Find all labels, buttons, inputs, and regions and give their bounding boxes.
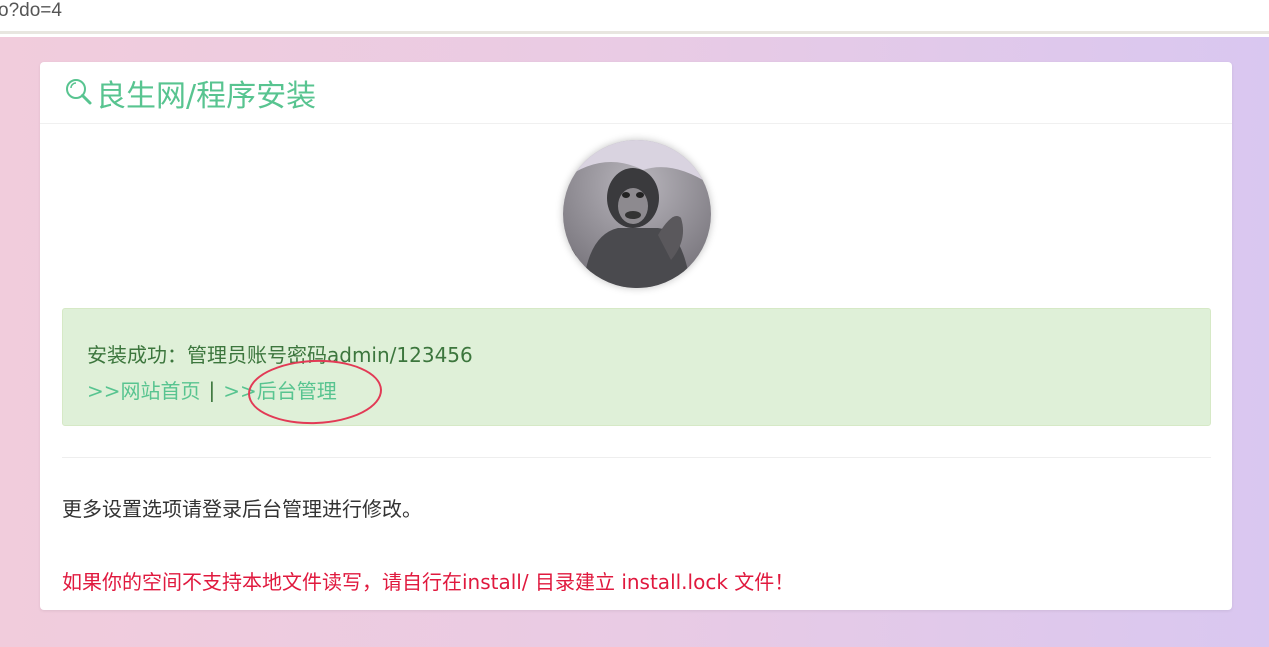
url-text[interactable]: o?do=4	[0, 0, 62, 22]
success-alert: 安装成功：管理员账号密码admin/123456 >>网站首页 | >>后台管理	[62, 308, 1211, 427]
browser-address-bar[interactable]: o?do=4	[0, 0, 1269, 34]
panel-heading: 良生网/程序安装	[40, 62, 1232, 124]
link-separator: |	[208, 377, 216, 402]
avatar-image	[563, 140, 711, 288]
home-link[interactable]: >>网站首页	[87, 375, 201, 404]
page-background: 良生网/程序安装 安装成功：管理员账号密码admin/123456 >>网站首页…	[0, 37, 1269, 647]
info-text: 更多设置选项请登录后台管理进行修改。	[62, 497, 422, 521]
search-icon	[66, 79, 92, 105]
page-title: 良生网/程序安装	[96, 79, 317, 114]
success-message: 安装成功：管理员账号密码admin/123456	[87, 343, 473, 367]
divider	[62, 457, 1211, 458]
warning-text: 如果你的空间不支持本地文件读写，请自行在install/ 目录建立 instal…	[62, 570, 795, 594]
install-panel: 良生网/程序安装 安装成功：管理员账号密码admin/123456 >>网站首页…	[40, 62, 1232, 610]
avatar	[563, 140, 711, 288]
